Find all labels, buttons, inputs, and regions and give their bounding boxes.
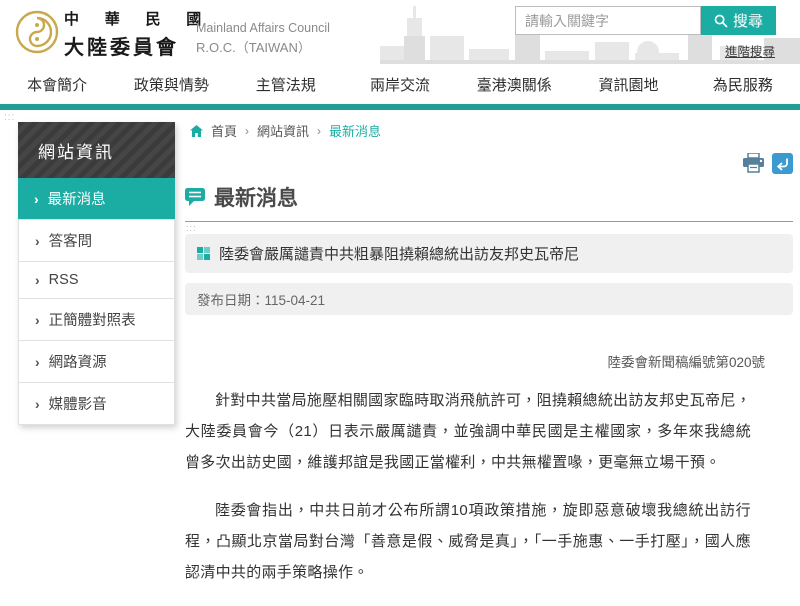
sidebar-item-label: 最新消息 bbox=[47, 192, 106, 208]
sidebar-item-faq[interactable]: › 答客問 bbox=[19, 220, 174, 262]
brand-chinese: 中 華 民 國 大陸委員會 bbox=[64, 8, 212, 60]
article-title: 陸委會嚴厲譴責中共粗暴阻撓賴總統出訪友邦史瓦帝尼 bbox=[219, 246, 580, 263]
search-input[interactable] bbox=[515, 6, 701, 35]
breadcrumb-separator-icon: › bbox=[317, 123, 322, 138]
sidebar-item-rss[interactable]: › RSS bbox=[19, 262, 174, 299]
section-divider bbox=[185, 221, 793, 222]
breadcrumb-separator-icon: › bbox=[245, 123, 250, 138]
main-nav: 本會簡介 政策與情勢 主管法規 兩岸交流 臺港澳關係 資訊園地 為民服務 bbox=[0, 64, 800, 104]
article-paragraph: 針對中共當局施壓相關國家臨時取消飛航許可，阻撓賴總統出訪友邦史瓦帝尼，大陸委員會… bbox=[185, 392, 751, 471]
printer-icon bbox=[743, 153, 764, 173]
brand-en-line2: R.O.C.（TAIWAN） bbox=[196, 40, 311, 55]
brand-zh-line1: 中 華 民 國 bbox=[64, 12, 213, 28]
nav-item-hk-macao[interactable]: 臺港澳關係 bbox=[457, 74, 571, 95]
home-icon bbox=[190, 124, 203, 137]
search-icon bbox=[714, 14, 728, 28]
accessibility-anchor: ::: bbox=[4, 112, 16, 123]
breadcrumb-site-info[interactable]: 網站資訊 bbox=[257, 121, 309, 140]
chevron-right-icon: › bbox=[35, 311, 40, 328]
page-title: 最新消息 bbox=[214, 187, 298, 210]
search-button-label: 搜尋 bbox=[732, 13, 763, 30]
section-header: 最新消息 bbox=[185, 182, 793, 212]
sidebar-item-label: RSS bbox=[48, 272, 79, 288]
nav-accent-bar bbox=[0, 104, 800, 110]
publish-date-box: 發布日期：115-04-21 bbox=[185, 283, 793, 315]
search-box: 搜尋 bbox=[515, 6, 776, 35]
search-button[interactable]: 搜尋 bbox=[701, 6, 776, 35]
sidebar-menu: › 最新消息 › 答客問 › RSS › 正簡體對照表 › 網路資源 › 媒體影… bbox=[18, 178, 175, 425]
sidebar-item-latest-news[interactable]: › 最新消息 bbox=[18, 178, 175, 220]
brand-en-line1: Mainland Affairs Council bbox=[196, 21, 330, 35]
article-title-box: 陸委會嚴厲譴責中共粗暴阻撓賴總統出訪友邦史瓦帝尼 bbox=[185, 234, 793, 273]
brand-zh-line2: 大陸委員會 bbox=[64, 37, 179, 59]
article-paragraph: 陸委會指出，中共日前才公布所謂10項政策措施，旋即惡意破壞我總統出訪行程，凸顯北… bbox=[185, 502, 751, 581]
publish-date-value: 115-04-21 bbox=[264, 293, 326, 308]
nav-item-cross-strait[interactable]: 兩岸交流 bbox=[343, 74, 457, 95]
accessibility-anchor: ::: bbox=[186, 223, 197, 233]
nav-item-policy[interactable]: 政策與情勢 bbox=[114, 74, 228, 95]
chevron-right-icon: › bbox=[35, 272, 40, 288]
sidebar-item-label: 網路資源 bbox=[48, 355, 107, 371]
publish-date-label: 發布日期： bbox=[197, 293, 265, 308]
breadcrumb-home[interactable]: 首頁 bbox=[211, 121, 237, 140]
page-actions bbox=[185, 152, 793, 174]
news-bubble-icon bbox=[185, 188, 205, 206]
nav-item-info[interactable]: 資訊園地 bbox=[571, 74, 685, 95]
breadcrumb-current: 最新消息 bbox=[329, 124, 382, 139]
advanced-search-link[interactable]: 進階搜尋 bbox=[725, 41, 775, 60]
chevron-right-icon: › bbox=[35, 353, 40, 370]
back-arrow-icon bbox=[776, 158, 788, 171]
sidebar-title: 網站資訊 bbox=[18, 122, 175, 178]
article-body: 針對中共當局施壓相關國家臨時取消飛航許可，阻撓賴總統出訪友邦史瓦帝尼，大陸委員會… bbox=[185, 385, 793, 606]
sidebar-item-web-resources[interactable]: › 網路資源 bbox=[19, 341, 174, 383]
mac-logo-emblem bbox=[15, 10, 59, 54]
sidebar-item-label: 媒體影音 bbox=[48, 397, 107, 413]
brand-english: Mainland Affairs Council R.O.C.（TAIWAN） bbox=[196, 21, 330, 56]
chevron-right-icon: › bbox=[35, 395, 40, 412]
site-header: 中 華 民 國 大陸委員會 Mainland Affairs Council R… bbox=[0, 0, 800, 64]
sidebar-item-label: 答客問 bbox=[48, 234, 93, 250]
article-grid-icon bbox=[197, 247, 210, 260]
sidebar: 網站資訊 › 最新消息 › 答客問 › RSS › 正簡體對照表 › 網路資源 … bbox=[18, 122, 175, 425]
sidebar-item-char-table[interactable]: › 正簡體對照表 bbox=[19, 299, 174, 341]
chevron-right-icon: › bbox=[35, 232, 40, 249]
nav-item-about[interactable]: 本會簡介 bbox=[0, 74, 114, 95]
press-release-number: 陸委會新聞稿編號第020號 bbox=[607, 355, 765, 370]
print-button[interactable] bbox=[742, 153, 765, 173]
nav-item-services[interactable]: 為民服務 bbox=[686, 74, 800, 95]
sidebar-item-label: 正簡體對照表 bbox=[48, 313, 136, 329]
sidebar-item-media[interactable]: › 媒體影音 bbox=[19, 383, 174, 424]
main-content: 最新消息 ::: 陸委會嚴厲譴責中共粗暴阻撓賴總統出訪友邦史瓦帝尼 發布日期：1… bbox=[185, 152, 793, 606]
breadcrumb: 首頁 › 網站資訊 › 最新消息 bbox=[190, 121, 381, 140]
back-button[interactable] bbox=[772, 152, 793, 174]
chevron-right-icon: › bbox=[34, 190, 39, 207]
nav-item-laws[interactable]: 主管法規 bbox=[229, 74, 343, 95]
